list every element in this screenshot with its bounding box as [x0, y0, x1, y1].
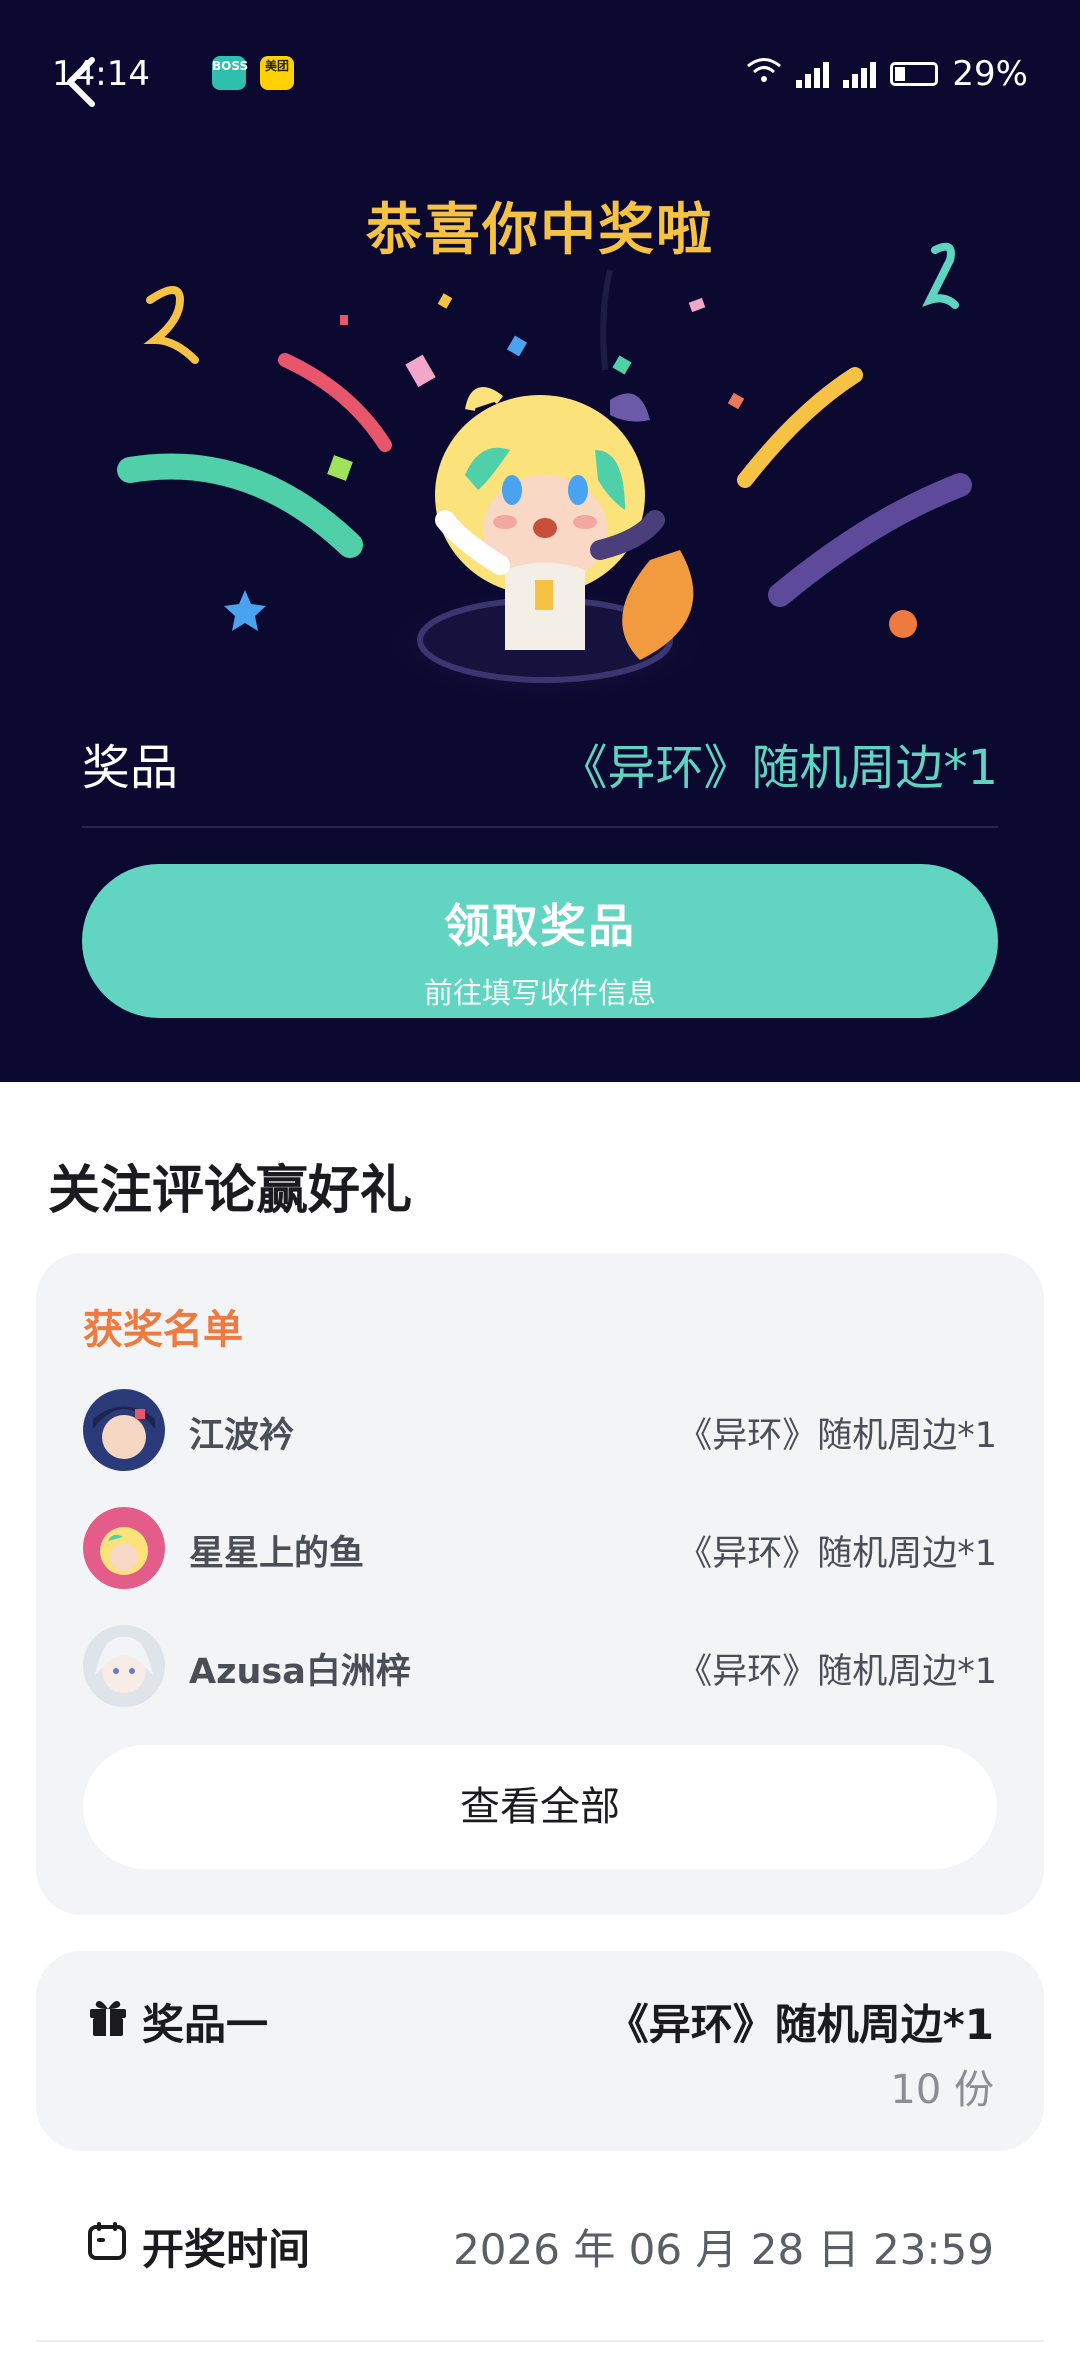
gift-icon	[90, 2001, 126, 2036]
celebration-illustration	[117, 242, 972, 705]
winner-award: 《异环》随机周边*1	[677, 1416, 997, 1456]
section-title: 关注评论赢好礼	[48, 1161, 413, 1221]
boss-app-icon: BOSS	[212, 56, 248, 90]
draw-time-row: 开奖时间 2026 年 06 月 28 日 23:59	[36, 2180, 1044, 2342]
prize-row: 奖品 《异环》随机周边*1	[82, 722, 998, 828]
wifi-icon	[746, 54, 782, 94]
draw-time-label: 开奖时间	[142, 2225, 311, 2274]
claim-button-sublabel: 前往填写收件信息	[423, 976, 656, 1010]
winner-name: 星星上的鱼	[189, 1534, 365, 1574]
prize-one-value: 《异环》随机周边*1	[606, 2000, 994, 2049]
draw-time-value: 2026 年 06 月 28 日 23:59	[453, 2225, 994, 2274]
avatar	[83, 1507, 165, 1589]
winner-name: 江波衿	[189, 1416, 295, 1456]
battery-level: 29%	[952, 54, 1028, 94]
claim-button-label: 领取奖品	[444, 899, 636, 953]
winner-row[interactable]: Azusa白洲梓 《异环》随机周边*1	[83, 1625, 997, 1709]
winner-award: 《异环》随机周边*1	[677, 1534, 997, 1574]
prize-one-count: 10 份	[890, 2067, 994, 2113]
avatar	[83, 1389, 165, 1471]
winner-row[interactable]: 星星上的鱼 《异环》随机周边*1	[83, 1507, 997, 1591]
winners-card: 获奖名单 江波衿 《异环》随机周边*1 星星上的鱼 《异环》随机周边*1 Azu…	[36, 1253, 1044, 1915]
avatar	[83, 1625, 165, 1707]
signal-icon-2	[843, 60, 877, 88]
signal-icon	[796, 60, 830, 88]
prize-value: 《异环》随机周边*1	[559, 740, 998, 796]
prize-label: 奖品	[82, 740, 179, 796]
prize-one-card: 奖品一 《异环》随机周边*1 10 份	[36, 1951, 1044, 2151]
back-arrow-icon	[67, 57, 95, 107]
back-button[interactable]	[56, 52, 116, 112]
prize-one-label: 奖品一	[142, 2000, 269, 2049]
winner-row[interactable]: 江波衿 《异环》随机周边*1	[83, 1389, 997, 1473]
calendar-icon	[88, 2222, 126, 2260]
battery-icon	[890, 62, 939, 86]
meituan-app-icon: 美团	[260, 56, 294, 90]
claim-prize-button[interactable]: 领取奖品 前往填写收件信息	[82, 864, 998, 1018]
winner-award: 《异环》随机周边*1	[677, 1652, 997, 1692]
winner-name: Azusa白洲梓	[189, 1652, 411, 1692]
hero-section: 14:14 BOSS 美团 29% 恭喜你中奖啦 奖品 《异环》随机周边*1 领…	[0, 0, 1080, 1082]
view-all-button[interactable]: 查看全部	[83, 1745, 997, 1869]
winners-heading: 获奖名单	[83, 1307, 243, 1353]
status-bar: 14:14 BOSS 美团 29%	[0, 50, 1080, 100]
